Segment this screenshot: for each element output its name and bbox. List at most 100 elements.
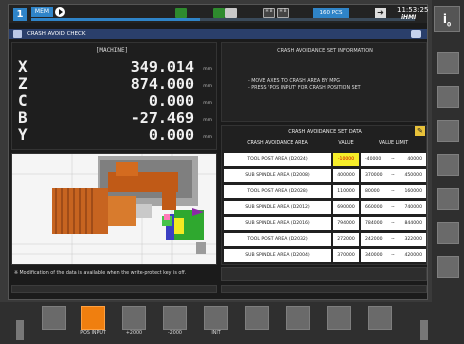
softkey-label-plus-2000: +2000 (125, 331, 143, 336)
write-protect-note: ※ Modification of the data is available … (14, 271, 187, 276)
side-key-2[interactable] (437, 86, 459, 108)
spindle-status-icon (213, 8, 225, 18)
table-row: SUB SPINDLE AREA (D2004) 370000 340000 ~4… (224, 249, 426, 263)
crash-check-icon (13, 30, 22, 38)
limit-tilde: ~ (391, 221, 395, 226)
limit-tilde: ~ (391, 189, 395, 194)
softkey-blank-2[interactable] (245, 306, 269, 330)
limit-tilde: ~ (391, 237, 395, 242)
softkey-minus-2000[interactable] (163, 306, 187, 330)
limit-low: 784000 (365, 221, 383, 226)
axis-unit: mm (203, 84, 212, 89)
axis-value: 0.000 (148, 126, 194, 144)
glasses-icon[interactable] (411, 30, 421, 38)
message-bar-right-upper (221, 267, 427, 281)
side-key-7[interactable] (437, 256, 459, 278)
mode-number: 1 (13, 8, 27, 21)
clock: 11:53:25 (397, 6, 429, 14)
side-key-1[interactable] (437, 52, 459, 74)
side-key-5[interactable] (437, 188, 459, 210)
limit-high: 40000 (407, 157, 422, 162)
limit-low: -40000 (365, 157, 382, 162)
softkey-label-pos-input: POS INPUT (80, 331, 106, 336)
table-row: TOOL POST AREA (D2028) 110000 80000 ~1600… (224, 185, 426, 199)
softkey-init[interactable] (204, 306, 228, 330)
axis-row-c: C 0.000 mm (12, 91, 218, 110)
axis-letter: Y (18, 125, 28, 144)
tool-status-icon (175, 8, 187, 18)
softkey-pos-input[interactable] (81, 306, 105, 330)
col-header-value: VALUE (338, 141, 354, 146)
indicator-box-1: H B (263, 8, 275, 18)
limit-tilde: ~ (391, 253, 395, 258)
area-cell: TOOL POST AREA (D2032) (224, 233, 331, 246)
indicator-box-2: H B (277, 8, 289, 18)
softkey-plus-2000[interactable] (122, 306, 146, 330)
area-cell: SUB SPINDLE AREA (D2012) (224, 201, 331, 214)
limit-high: 740000 (404, 205, 422, 210)
value-cell[interactable]: 794000 (333, 217, 359, 230)
limit-cell: 784000 ~844000 (361, 217, 426, 230)
axis-unit: mm (203, 118, 212, 123)
softkey-next[interactable] (420, 320, 428, 340)
limit-high: 322000 (404, 237, 422, 242)
info-line: - MOVE AXES TO CRASH AREA BY MPG (248, 79, 340, 84)
value-cell[interactable]: 400000 (333, 169, 359, 182)
table-row: SUB SPINDLE AREA (D2008) 400000 370000 ~4… (224, 169, 426, 183)
limit-tilde: ~ (391, 205, 395, 210)
side-key-3[interactable] (437, 120, 459, 142)
limit-cell: 370000 ~450000 (361, 169, 426, 182)
axis-row-z: Z 874.000 mm (12, 74, 218, 93)
machine-diagram (12, 154, 216, 264)
table-row: TOOL POST AREA (D2024) -10000 -40000 ~400… (224, 153, 426, 167)
axis-unit: mm (203, 101, 212, 106)
softkey-blank-1[interactable] (42, 306, 66, 330)
axis-letter: C (18, 91, 28, 110)
softkey-blank-3[interactable] (286, 306, 310, 330)
exit-arrow-icon[interactable]: ➜ (375, 8, 386, 18)
parts-count: 160 PCS (313, 8, 349, 18)
axis-value: 0.000 (148, 92, 194, 110)
data-title: CRASH AVOIDANCE SET DATA (288, 129, 362, 135)
softkey-blank-5[interactable] (368, 306, 392, 330)
status-bar: 1 MEM H B H B 160 PCS ➜ 11:53:25 iHMI (9, 5, 429, 23)
page-title: CRASH AVOID CHECK (27, 31, 86, 37)
info-button[interactable]: i0 (434, 6, 460, 32)
coolant-status-icon (225, 8, 237, 18)
area-cell: TOOL POST AREA (D2028) (224, 185, 331, 198)
axis-value: 874.000 (130, 75, 194, 93)
softkey-prev[interactable] (16, 320, 24, 340)
limit-cell: 340000 ~420000 (361, 249, 426, 262)
info-line: - PRESS 'POS INPUT' FOR CRASH POSITION S… (248, 86, 361, 91)
limit-low: 242000 (365, 237, 383, 242)
table-row: SUB SPINDLE AREA (D2012) 690000 660000 ~7… (224, 201, 426, 215)
axis-value: 349.014 (130, 58, 194, 76)
axis-unit: mm (203, 135, 212, 140)
softkey-label-init: INIT (211, 331, 221, 336)
side-key-6[interactable] (437, 222, 459, 244)
hmi-screen: 1 MEM H B H B 160 PCS ➜ 11:53:25 iHMI CR… (8, 4, 428, 300)
col-header-limit: VALUE LIMIT (378, 141, 409, 146)
value-cell[interactable]: 110000 (333, 185, 359, 198)
edit-pencil-icon[interactable]: ✎ (415, 126, 425, 136)
limit-cell: 660000 ~740000 (361, 201, 426, 214)
value-cell[interactable]: 690000 (333, 201, 359, 214)
softkey-blank-4[interactable] (327, 306, 351, 330)
value-cell[interactable]: 370000 (333, 249, 359, 262)
message-bar-right (221, 285, 427, 293)
limit-cell: 80000 ~160000 (361, 185, 426, 198)
limit-low: 80000 (365, 189, 380, 194)
limit-cell: -40000 ~40000 (361, 153, 426, 166)
table-row: TOOL POST AREA (D2032) 272000 242000 ~322… (224, 233, 426, 247)
axis-row-y: Y 0.000 mm (12, 125, 218, 144)
axis-unit: mm (203, 67, 212, 72)
machine-position-panel: [MACHINE] X 349.014 mm Z 874.000 mm C 0.… (11, 42, 217, 150)
limit-high: 844000 (404, 221, 422, 226)
value-cell[interactable]: 272000 (333, 233, 359, 246)
program-progress (31, 18, 415, 21)
side-key-4[interactable] (437, 154, 459, 176)
value-cell[interactable]: -10000 (333, 153, 359, 166)
area-cell: TOOL POST AREA (D2024) (224, 153, 331, 166)
axis-letter: Z (18, 74, 28, 93)
area-cell: SUB SPINDLE AREA (D2008) (224, 169, 331, 182)
